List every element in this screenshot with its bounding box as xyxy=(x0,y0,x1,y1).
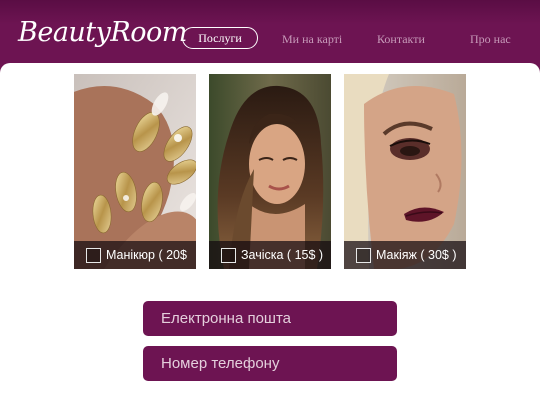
email-field[interactable] xyxy=(143,301,397,336)
makeup-photo xyxy=(344,74,466,269)
service-caption: Манікюр ( 20$ xyxy=(74,241,196,269)
service-card-makeup[interactable]: Макіяж ( 30$ ) xyxy=(344,74,466,269)
nav-link-about[interactable]: Про нас xyxy=(470,32,511,47)
manicure-nails-photo xyxy=(74,74,196,269)
brand-logo[interactable]: BeautyRoom xyxy=(18,17,187,48)
phone-field[interactable] xyxy=(143,346,397,381)
nav-link-services[interactable]: Послуги xyxy=(182,27,258,49)
service-card-manicure[interactable]: Манікюр ( 20$ xyxy=(74,74,196,269)
hairstyle-checkbox[interactable] xyxy=(221,247,236,263)
top-navigation-bar: BeautyRoom Послуги Ми на карті Контакти … xyxy=(0,0,540,70)
service-label-makeup: Макіяж ( 30$ ) xyxy=(376,248,457,262)
nav-link-map[interactable]: Ми на карті xyxy=(282,32,342,47)
service-card-hairstyle[interactable]: Зачіска ( 15$ ) xyxy=(209,74,331,269)
service-label-manicure: Манікюр ( 20$ xyxy=(106,248,187,262)
nav-link-contacts[interactable]: Контакти xyxy=(377,32,425,47)
makeup-checkbox[interactable] xyxy=(356,247,371,263)
service-caption: Зачіска ( 15$ ) xyxy=(209,241,331,269)
manicure-checkbox[interactable] xyxy=(86,247,101,263)
hairstyle-photo xyxy=(209,74,331,269)
service-label-hairstyle: Зачіска ( 15$ ) xyxy=(241,248,324,262)
service-caption: Макіяж ( 30$ ) xyxy=(344,241,466,269)
